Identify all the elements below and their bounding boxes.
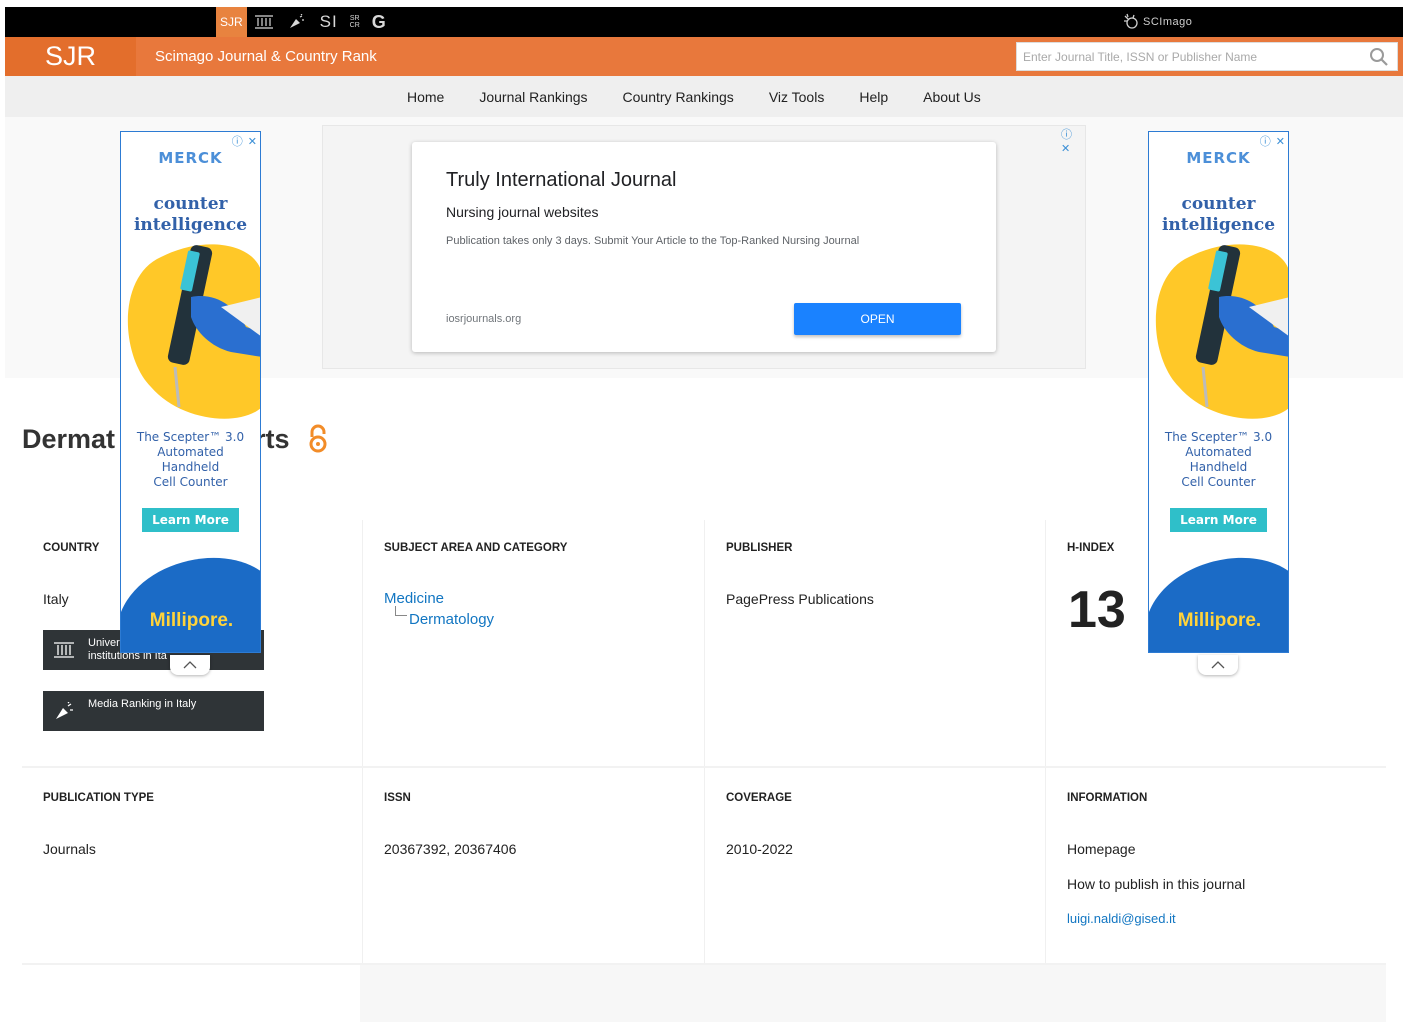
ad-close-icon[interactable]: ⓘ ✕ [232,133,258,149]
pubtype-label: PUBLICATION TYPE [43,792,154,804]
search-box [1016,42,1398,71]
coverage-cell: COVERAGE 2010-2022 [705,768,1045,963]
hindex-label: H-INDEX [1067,542,1115,554]
right-side-ad[interactable]: ⓘ ✕ MERCK counter intelligence The Scepte… [1148,131,1289,653]
nav-viz-tools[interactable]: Viz Tools [769,89,825,105]
ad-headline[interactable]: Truly International Journal [446,169,677,192]
issn-cell: ISSN 20367392, 20367406 [363,768,704,963]
ad-wave-graphic [1149,558,1288,652]
institutions-icon[interactable] [247,7,281,37]
learn-more-button[interactable]: Learn More [1170,508,1267,532]
ad-subheadline: Nursing journal websites [446,204,599,220]
nav-about-us[interactable]: About Us [923,89,981,105]
subject-label: SUBJECT AREA AND CATEGORY [384,542,568,554]
site-srcr-link[interactable]: SR CR [345,7,365,37]
site-sjr-link[interactable]: SJR [216,7,247,37]
open-access-icon [309,424,327,453]
country-link[interactable]: Italy [43,591,69,607]
scimago-logo-icon [1124,13,1138,29]
media-ranking-button[interactable]: Media Ranking in Italy [43,691,264,731]
pubtype-value: Journals [43,841,96,857]
information-label: INFORMATION [1067,792,1148,804]
ad-brand: MERCK [158,149,223,167]
chevron-up-icon [1211,661,1225,669]
site-g-link[interactable]: G [365,7,393,37]
ad-brand-millipore: Millipore. [149,610,234,631]
scimago-label: SCImago [1143,16,1193,28]
cell-counter-product-image [1155,244,1288,419]
information-cell: INFORMATION Homepage How to publish in t… [1046,768,1386,963]
country-label: COUNTRY [43,542,100,554]
sites-switcher: SJR SI SR CR G [216,7,393,37]
university-button-line1: Univer [88,637,120,649]
ad-description: Publication takes only 3 days. Submit Yo… [446,235,860,247]
journal-title-start: Dermat [22,424,116,454]
coverage-value: 2010-2022 [726,841,793,857]
media-button-label: Media Ranking in Italy [88,698,197,710]
nav-country-rankings[interactable]: Country Rankings [623,89,734,105]
hindex-value: 13 [1068,581,1126,639]
subject-area-link[interactable]: Medicine [384,590,444,607]
publisher-cell: PUBLISHER PagePress Publications [705,520,1045,766]
sjr-logo[interactable]: SJR [5,37,136,76]
tree-connector [395,606,407,616]
ad-card[interactable]: Truly International Journal Nursing jour… [412,142,996,352]
site-title[interactable]: Scimago Journal & Country Rank [155,37,377,76]
ad-close-icon[interactable]: ⓘ ✕ [1260,133,1286,149]
search-icon[interactable] [1369,47,1389,67]
subject-category-link[interactable]: Dermatology [409,611,494,628]
ad-wave-graphic [121,558,260,652]
pubtype-cell: PUBLICATION TYPE Journals [22,768,362,963]
scimago-sites-bar: SJR SI SR CR G SCImago [5,7,1403,37]
nav-help[interactable]: Help [859,89,888,105]
publisher-label: PUBLISHER [726,542,793,554]
nav-home[interactable]: Home [407,89,444,105]
ad-open-button[interactable]: OPEN [794,303,961,335]
publisher-link[interactable]: PagePress Publications [726,591,874,607]
contact-email-link[interactable]: luigi.naldi@gised.it [1067,911,1176,926]
collapse-ad-button[interactable] [1198,655,1238,675]
nav-journal-rankings[interactable]: Journal Rankings [479,89,587,105]
cell-counter-product-image [127,244,260,419]
footer-band [360,965,1386,1022]
institutions-icon [54,642,74,658]
collapse-ad-button[interactable] [170,655,210,675]
ad-product-description: The Scepter™ 3.0 Automated Handheld Cell Co… [136,430,245,489]
ad-product-description: The Scepter™ 3.0 Automated Handheld Cell Co… [1164,430,1273,489]
ad-slogan: counter intelligence [133,194,248,235]
ad-close-icon[interactable]: ⓘ ✕ [1061,126,1085,155]
media-ranking-icon [56,702,73,719]
learn-more-button[interactable]: Learn More [142,508,239,532]
ad-brand-millipore: Millipore. [1177,610,1262,631]
how-to-publish-link[interactable]: How to publish in this journal [1067,876,1245,892]
site-header: SJR Scimago Journal & Country Rank [5,37,1403,76]
scimago-brand-link[interactable]: SCImago [1122,7,1192,37]
issn-value: 20367392, 20367406 [384,841,517,857]
left-side-ad[interactable]: ⓘ ✕ MERCK counter intelligence The Scepte… [120,131,261,653]
search-input[interactable] [1017,43,1357,70]
chevron-up-icon [183,661,197,669]
subject-cell: SUBJECT AREA AND CATEGORY Medicine Derma… [363,520,704,766]
ad-slogan: counter intelligence [1161,194,1276,235]
site-si-link[interactable]: SI [313,7,345,37]
main-nav: Home Journal Rankings Country Rankings V… [5,76,1403,117]
coverage-label: COVERAGE [726,792,792,804]
media-ranking-icon[interactable] [281,7,313,37]
issn-label: ISSN [384,792,411,804]
ad-brand: MERCK [1186,149,1251,167]
ad-url[interactable]: iosrjournals.org [446,313,521,325]
homepage-link[interactable]: Homepage [1067,841,1136,857]
